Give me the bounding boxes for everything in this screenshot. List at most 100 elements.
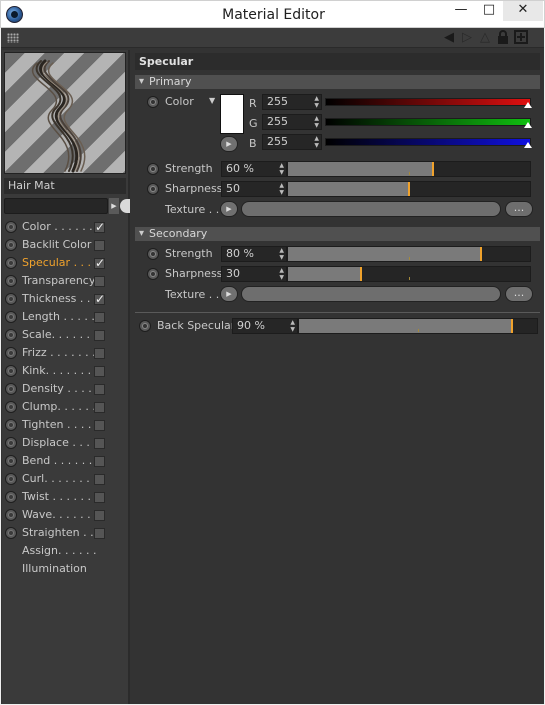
b-slider-marker[interactable] (524, 142, 532, 148)
grip-icon[interactable] (7, 33, 19, 43)
channel-radio[interactable] (5, 221, 17, 233)
channel-item[interactable]: Specular . . . . (4, 254, 128, 272)
channel-checkbox[interactable] (94, 456, 105, 467)
channel-checkbox[interactable] (94, 366, 105, 377)
channel-radio[interactable] (5, 365, 17, 377)
b-value-field[interactable]: 255 ▲ ▼ (262, 134, 322, 150)
channel-item[interactable]: Length . . . . . (4, 308, 128, 326)
channel-item[interactable]: Assign. . . . . . (4, 542, 128, 560)
channel-radio[interactable] (5, 293, 17, 305)
r-value-field[interactable]: 255 ▲ ▼ (262, 94, 322, 110)
channel-checkbox[interactable] (94, 492, 105, 503)
slider-handle[interactable] (480, 247, 482, 261)
back-specular-animate-radio[interactable] (139, 320, 151, 332)
secondary-sharpness-animate-radio[interactable] (147, 268, 159, 280)
channel-radio[interactable] (5, 509, 17, 521)
minimize-button[interactable]: — (447, 1, 475, 21)
channel-item[interactable]: Displace . . . . (4, 434, 128, 452)
new-panel-icon[interactable] (513, 30, 529, 46)
strength-slider[interactable] (287, 161, 531, 177)
color-animate-radio[interactable] (147, 96, 159, 108)
channel-item[interactable]: Clump. . . . . . (4, 398, 128, 416)
channel-checkbox[interactable] (94, 254, 105, 272)
secondary-texture-expand-button[interactable]: ▶ (220, 286, 238, 302)
channel-radio[interactable] (5, 419, 17, 431)
secondary-texture-field[interactable] (241, 286, 501, 302)
channel-item[interactable]: Thickness . . . (4, 290, 128, 308)
slider-handle[interactable] (408, 182, 410, 196)
channel-checkbox[interactable] (94, 474, 105, 485)
channel-item[interactable]: Backlit Color (4, 236, 128, 254)
channel-radio[interactable] (5, 527, 17, 539)
forward-arrow-icon[interactable]: ▷ (459, 30, 475, 46)
color-swatch[interactable] (220, 94, 244, 134)
channel-item[interactable]: Tighten . . . . . (4, 416, 128, 434)
channel-radio[interactable] (5, 239, 17, 251)
g-slider-marker[interactable] (524, 122, 532, 128)
channel-radio[interactable] (5, 275, 17, 287)
secondary-strength-animate-radio[interactable] (147, 248, 159, 260)
channel-checkbox[interactable] (94, 218, 105, 236)
sharpness-animate-radio[interactable] (147, 183, 159, 195)
strength-animate-radio[interactable] (147, 163, 159, 175)
texture-expand-button[interactable]: ▶ (220, 201, 238, 217)
channel-radio[interactable] (5, 401, 17, 413)
up-arrow-icon[interactable]: △ (477, 30, 493, 46)
channel-item[interactable]: Frizz . . . . . . . (4, 344, 128, 362)
channel-item[interactable]: Straighten . . (4, 524, 128, 542)
channel-item[interactable]: Density . . . . . (4, 380, 128, 398)
secondary-strength-field[interactable]: 80 % ▲ ▼ (221, 246, 287, 262)
channel-checkbox[interactable] (94, 240, 105, 251)
lock-icon[interactable] (495, 30, 511, 46)
channel-checkbox[interactable] (94, 348, 105, 359)
texture-browse-button[interactable]: ... (505, 201, 533, 217)
maximize-button[interactable]: □ (475, 1, 503, 21)
channel-item[interactable]: Curl. . . . . . . . (4, 470, 128, 488)
channel-checkbox[interactable] (94, 510, 105, 521)
filter-knob[interactable] (120, 199, 130, 213)
channel-checkbox[interactable] (94, 420, 105, 431)
slider-handle[interactable] (511, 319, 513, 333)
channel-item[interactable]: Illumination (4, 560, 128, 578)
r-color-slider[interactable] (325, 98, 532, 108)
back-specular-field[interactable]: 90 % ▲ ▼ (232, 318, 298, 334)
material-preview[interactable] (4, 52, 126, 174)
back-specular-slider[interactable] (298, 318, 538, 334)
channel-item[interactable]: Transparency (4, 272, 128, 290)
channel-item[interactable]: Color . . . . . . (4, 218, 128, 236)
secondary-sharpness-field[interactable]: 30 ▲ ▼ (221, 266, 287, 282)
channel-radio[interactable] (5, 257, 17, 269)
sharpness-field[interactable]: 50 ▲ ▼ (221, 181, 287, 197)
slider-handle[interactable] (432, 162, 434, 176)
channel-checkbox[interactable] (94, 276, 105, 287)
channel-radio[interactable] (5, 491, 17, 503)
secondary-group-header[interactable]: Secondary (135, 227, 540, 241)
channel-radio[interactable] (5, 329, 17, 341)
sharpness-slider[interactable] (287, 181, 531, 197)
channel-item[interactable]: Wave. . . . . . . (4, 506, 128, 524)
channel-checkbox[interactable] (94, 528, 105, 539)
channel-checkbox[interactable] (94, 402, 105, 413)
secondary-texture-browse-button[interactable]: ... (505, 286, 533, 302)
channel-radio[interactable] (5, 455, 17, 467)
channel-checkbox[interactable] (94, 312, 105, 323)
channel-radio[interactable] (5, 383, 17, 395)
channel-filter-field[interactable] (4, 198, 108, 214)
strength-field[interactable]: 60 % ▲ ▼ (221, 161, 287, 177)
channel-radio[interactable] (5, 311, 17, 323)
color-dropdown-arrow-icon[interactable]: ▼ (209, 96, 215, 105)
channel-checkbox[interactable] (94, 330, 105, 341)
r-slider-marker[interactable] (524, 102, 532, 108)
channel-item[interactable]: Kink. . . . . . . . (4, 362, 128, 380)
g-value-field[interactable]: 255 ▲ ▼ (262, 114, 322, 130)
slider-handle[interactable] (360, 267, 362, 281)
channel-radio[interactable] (5, 347, 17, 359)
color-expand-button[interactable]: ▶ (220, 136, 238, 152)
close-button[interactable]: ✕ (503, 1, 543, 21)
channel-item[interactable]: Scale. . . . . . . (4, 326, 128, 344)
channel-checkbox[interactable] (94, 290, 105, 308)
channel-checkbox[interactable] (94, 384, 105, 395)
secondary-strength-slider[interactable] (287, 246, 531, 262)
secondary-sharpness-slider[interactable] (287, 266, 531, 282)
g-color-slider[interactable] (325, 118, 532, 128)
